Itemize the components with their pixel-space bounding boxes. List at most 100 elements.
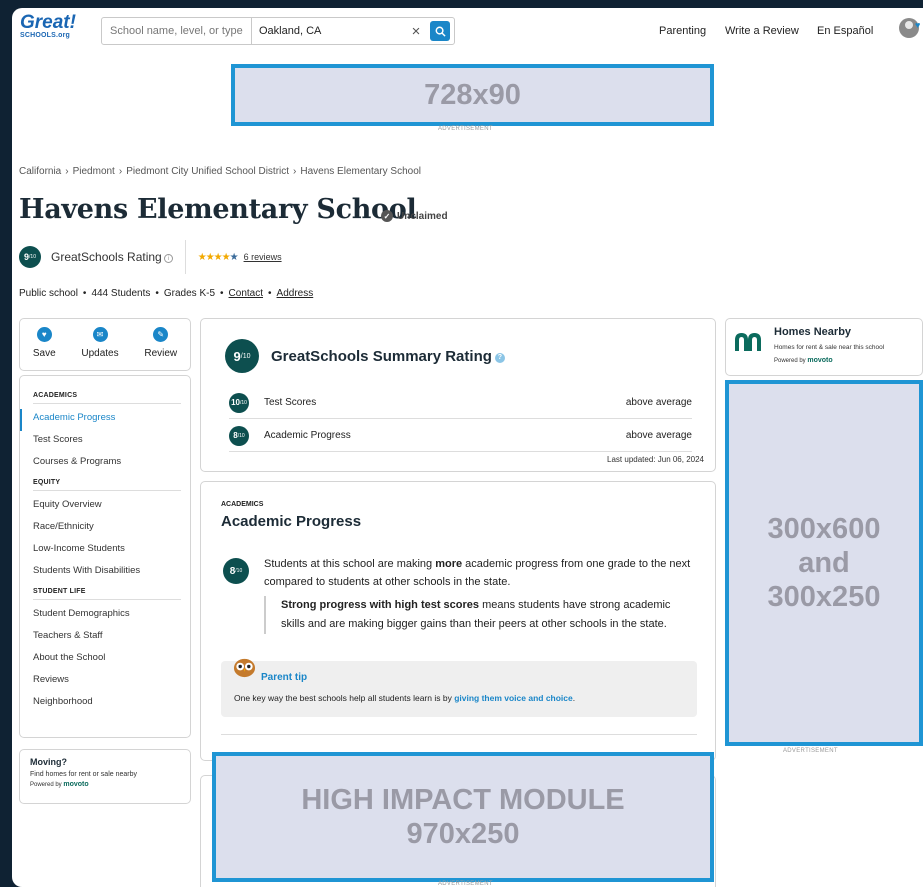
nav-parenting[interactable]: Parenting [659,25,706,37]
row-label: Test Scores [264,397,317,408]
homes-title: Homes Nearby [774,326,852,338]
high-impact-ad[interactable]: HIGH IMPACT MODULE 970x250 [212,752,714,882]
address-link[interactable]: Address [277,288,314,299]
bullet: • [268,288,272,299]
row-rating-scale: /10 [239,399,247,406]
summary-title: GreatSchools Summary Rating? [271,348,505,365]
summary-header: 9/10 GreatSchools Summary Rating? [225,339,505,373]
nav-item-neighborhood[interactable]: Neighborhood [33,693,180,715]
last-updated: Last updated: Jun 06, 2024 [607,455,704,464]
location-input[interactable]: Oakland, CA [252,25,407,37]
review-label: Review [144,348,178,359]
action-bar: ♥ Save ✉ Updates ✎ Review [19,318,191,371]
review-button[interactable]: ✎ Review [144,327,177,370]
pencil-icon: ✎ [153,327,169,342]
school-facts: Public school • 444 Students • Grades K-5 • Co… [19,288,313,299]
contact-link[interactable]: Contact [229,288,263,299]
powered-by: Powered by movoto [30,781,180,788]
high-impact-ad-label: HIGH IMPACT MODULE 970x250 [301,783,624,851]
nav-item-teachers-staff[interactable]: Teachers & Staff [33,627,180,649]
nav-item-race-ethnicity[interactable]: Race/Ethnicity [33,518,180,540]
tip-end: . [572,693,576,703]
summary-rating-card: 9/10 GreatSchools Summary Rating? 10/10 … [200,318,716,472]
search-button[interactable] [430,21,450,41]
ad-size-line: 300x600 [767,513,881,545]
ad-size-line: and [798,547,850,579]
summary-rating-badge: 9/10 [225,339,259,373]
movoto-logo: movoto [63,781,89,788]
summary-row-academic-progress[interactable]: 8/10 Academic Progress above average [229,420,692,452]
bullet: • [220,288,224,299]
progress-rating-scale: /10 [235,568,243,574]
claim-status[interactable]: ✓ Unclaimed [381,210,448,222]
nav-item-courses-programs[interactable]: Courses & Programs [33,453,180,475]
nav-write-review[interactable]: Write a Review [725,25,799,37]
nav-espanol[interactable]: En Español [817,25,873,37]
rating-badge: 9/10 [19,246,41,268]
nav-item-test-scores[interactable]: Test Scores [33,431,180,453]
section-nav: ACADEMICS Academic Progress Test Scores … [19,375,191,738]
breadcrumb: California › Piedmont › Piedmont City Unifie… [19,166,421,177]
divider [184,240,186,274]
page-frame: Great! SCHOOLS.org School name, level, o… [12,8,923,887]
nav-item-demographics[interactable]: Student Demographics [33,605,180,627]
nav-item-reviews[interactable]: Reviews [33,671,180,693]
sidebar-ad[interactable]: 300x600 and 300x250 [725,380,923,746]
description-part: Students at this school are making [264,558,436,570]
heart-icon: ♥ [36,327,52,342]
tip-link[interactable]: giving them voice and choice [454,693,573,703]
breadcrumb-city[interactable]: Piedmont [73,166,115,177]
checkmark-icon: ✓ [381,210,393,222]
bullet: • [155,288,159,299]
parent-tip-title: Parent tip [261,672,308,683]
nav-item-about[interactable]: About the School [33,649,180,671]
breadcrumb-district[interactable]: Piedmont City Unified School District [126,166,289,177]
progress-explanation: Strong progress with high test scores me… [264,596,694,634]
nav-item-academic-progress[interactable]: Academic Progress [20,409,180,431]
rating-label: GreatSchools Rating i [51,250,173,264]
summary-row-test-scores[interactable]: 10/10 Test Scores above average [229,387,692,419]
search-icon [435,26,446,37]
nav-item-equity-overview[interactable]: Equity Overview [33,496,180,518]
moving-widget[interactable]: Moving? Find homes for rent or sale near… [19,749,191,804]
homes-nearby-widget[interactable]: Homes Nearby Homes for rent & sale near … [725,318,923,376]
tip-text: One key way the best schools help all st… [234,693,455,703]
nav-heading-academics: ACADEMICS [33,388,181,404]
breadcrumb-state[interactable]: California [19,166,61,177]
school-type: Public school [19,288,78,299]
breadcrumb-school: Havens Elementary School [300,166,421,177]
nav-heading-student-life: STUDENT LIFE [33,584,181,600]
nav-item-low-income[interactable]: Low-Income Students [33,540,180,562]
bullet: • [82,288,87,299]
info-icon[interactable]: i [163,254,173,263]
breadcrumb-separator: › [118,166,123,177]
nav-item-disabilities[interactable]: Students With Disabilities [33,562,180,584]
leaderboard-ad[interactable]: 728x90 [231,64,714,126]
ad-caption: ADVERTISEMENT [438,881,493,887]
ad-caption: ADVERTISEMENT [438,126,493,132]
powered-by-label: Powered by [774,358,806,364]
summary-rating-value: 9 [233,348,241,364]
row-status: above average [625,430,692,441]
clear-icon[interactable]: × [407,23,425,40]
rating-label-text: GreatSchools Rating [51,250,162,264]
ad-size-line: 300x250 [767,581,881,613]
updates-label: Updates [81,348,119,359]
save-button[interactable]: ♥ Save [33,327,56,370]
parent-tip-text: One key way the best schools help all st… [234,693,575,703]
page-title: Havens Elementary School [19,194,417,225]
student-count: 444 Students [91,288,151,299]
save-label: Save [32,348,56,359]
explanation-emphasis: Strong progress with high test scores [281,599,480,611]
search-input[interactable]: School name, level, or type [102,18,252,44]
rating-badge: 10/10 [229,392,249,413]
reviews-link[interactable]: 6 reviews [244,252,282,262]
help-icon[interactable]: ? [494,352,505,363]
rating-row: 9/10 GreatSchools Rating i ★★★★★ 6 review… [19,240,282,274]
owl-icon [233,658,256,678]
ad-size-line: 970x250 [406,818,520,850]
greatschools-logo[interactable]: Great! SCHOOLS.org [20,12,76,39]
updates-button[interactable]: ✉ Updates [81,327,119,370]
row-rating-scale: /10 [237,432,245,439]
logo-wordmark: Great! [20,12,76,33]
